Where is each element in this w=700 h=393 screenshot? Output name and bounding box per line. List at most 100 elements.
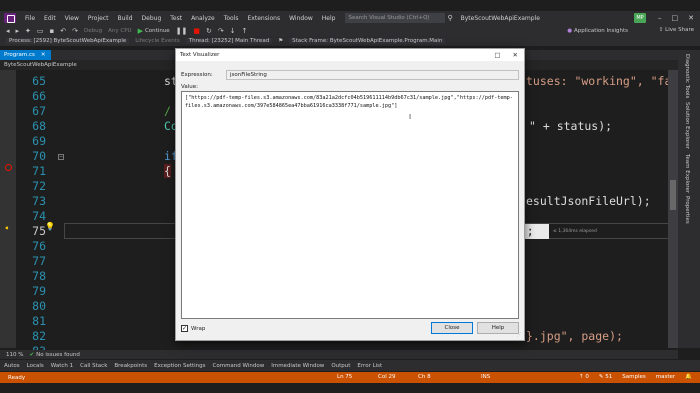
line-number: 73 bbox=[32, 194, 46, 208]
configuration-dropdown[interactable]: Debug bbox=[84, 28, 102, 34]
menu-window[interactable]: Window bbox=[289, 15, 313, 22]
maximize-icon[interactable]: □ bbox=[494, 49, 500, 61]
continue-button[interactable]: ▶ Continue bbox=[138, 27, 170, 35]
current-statement-arrow-icon: ➧ bbox=[4, 224, 10, 232]
tab-output[interactable]: Output bbox=[331, 363, 350, 369]
flag-icon[interactable]: ⚑ bbox=[278, 38, 283, 44]
save-icon[interactable]: ▪ bbox=[50, 27, 55, 35]
tab-exception-settings[interactable]: Exception Settings bbox=[154, 363, 205, 369]
tab-call-stack[interactable]: Call Stack bbox=[80, 363, 107, 369]
close-icon[interactable]: ✕ bbox=[513, 49, 518, 61]
lightbulb-icon[interactable]: 💡 bbox=[45, 222, 55, 231]
value-text-area[interactable]: ["https://pdf-temp-files.s3.amazonaws.co… bbox=[181, 91, 519, 319]
branch-name[interactable]: master bbox=[656, 372, 675, 383]
wrap-option[interactable]: ✓ Wrap bbox=[181, 325, 205, 332]
editor-scrollbar[interactable] bbox=[668, 70, 678, 348]
minimize-icon[interactable]: – bbox=[658, 11, 662, 25]
menu-analyze[interactable]: Analyze bbox=[191, 15, 215, 22]
menu-build[interactable]: Build bbox=[117, 15, 132, 22]
value-label: Value: bbox=[181, 84, 198, 90]
issues-status[interactable]: No issues found bbox=[36, 352, 80, 358]
code-fragment: " + status); bbox=[529, 119, 613, 133]
new-project-icon[interactable]: ✦ bbox=[25, 27, 31, 35]
undo-icon[interactable]: ↶ bbox=[60, 27, 66, 35]
pause-icon[interactable]: ❚❚ bbox=[176, 27, 188, 35]
menu-help[interactable]: Help bbox=[322, 15, 336, 22]
tab-program-cs[interactable]: Program.cs ✕ bbox=[0, 50, 52, 60]
close-button[interactable]: Close bbox=[431, 322, 473, 334]
status-ready: Ready bbox=[8, 374, 26, 381]
pending-changes[interactable]: ✎ 51 bbox=[599, 372, 612, 383]
line-number-current: 75 bbox=[32, 224, 46, 238]
line-number: 70 bbox=[32, 149, 46, 163]
menu-edit[interactable]: Edit bbox=[44, 15, 56, 22]
tab-locals[interactable]: Locals bbox=[27, 363, 44, 369]
tab-breakpoints[interactable]: Breakpoints bbox=[114, 363, 147, 369]
tab-watch-1[interactable]: Watch 1 bbox=[51, 363, 73, 369]
check-icon: ✔ bbox=[29, 351, 35, 358]
code-fragment: esultJsonFileUrl); bbox=[526, 194, 651, 208]
indicator-margin[interactable] bbox=[0, 70, 16, 348]
tab-error-list[interactable]: Error List bbox=[357, 363, 382, 369]
open-icon[interactable]: ▭ bbox=[37, 27, 44, 35]
avatar[interactable]: MP bbox=[634, 13, 646, 23]
line-number: 67 bbox=[32, 104, 46, 118]
menu-tools[interactable]: Tools bbox=[224, 15, 239, 22]
unpushed-commits[interactable]: ↑ 0 bbox=[579, 372, 589, 383]
thread-dropdown[interactable]: Thread: [23252] Main Thread bbox=[185, 38, 273, 44]
tab-autos[interactable]: Autos bbox=[4, 363, 20, 369]
forward-icon[interactable]: ▸ bbox=[16, 27, 20, 35]
menu-test[interactable]: Test bbox=[170, 15, 182, 22]
live-share-button[interactable]: ⇪ Live Share bbox=[659, 25, 694, 36]
notifications-icon[interactable]: 🔔 bbox=[685, 372, 692, 383]
zoom-level[interactable]: 110 % bbox=[6, 352, 23, 358]
search-input[interactable]: Search Visual Studio (Ctrl+Q) bbox=[345, 13, 446, 23]
line-number: 69 bbox=[32, 134, 46, 148]
menu-debug[interactable]: Debug bbox=[142, 15, 162, 22]
repository-name[interactable]: Samples bbox=[622, 372, 646, 383]
stack-frame-dropdown[interactable]: Stack Frame: ByteScoutWebApiExample.Prog… bbox=[289, 38, 446, 44]
step-into-icon[interactable]: ↓ bbox=[230, 27, 236, 35]
application-insights-button[interactable]: ● Application Insights bbox=[567, 28, 628, 34]
status-column: Col 29 bbox=[378, 374, 396, 380]
breakpoint-icon[interactable] bbox=[5, 164, 12, 171]
menu-project[interactable]: Project bbox=[88, 15, 109, 22]
restart-icon[interactable]: ↻ bbox=[206, 27, 212, 35]
menu-view[interactable]: View bbox=[65, 15, 79, 22]
line-number: 74 bbox=[32, 209, 46, 223]
redo-icon[interactable]: ↷ bbox=[72, 27, 78, 35]
step-over-icon[interactable]: ↷ bbox=[218, 27, 224, 35]
stop-icon[interactable]: ■ bbox=[193, 27, 200, 35]
lifecycle-events-dropdown[interactable]: Lifecycle Events bbox=[135, 38, 180, 44]
help-button[interactable]: Help bbox=[477, 322, 519, 334]
dialog-title-bar[interactable]: Text Visualizer □ ✕ bbox=[176, 49, 524, 61]
line-number: 76 bbox=[32, 239, 46, 253]
expression-field[interactable]: jsonFileString bbox=[226, 70, 519, 80]
tab-properties[interactable]: Properties bbox=[684, 196, 690, 224]
search-icon[interactable]: ⚲ bbox=[447, 14, 452, 22]
back-icon[interactable]: ◂ bbox=[6, 27, 10, 35]
tab-team-explorer[interactable]: Team Explorer bbox=[684, 154, 690, 193]
wrap-label: Wrap bbox=[191, 325, 206, 332]
menu-file[interactable]: File bbox=[25, 15, 35, 22]
line-number: 78 bbox=[32, 269, 46, 283]
tab-command-window[interactable]: Command Window bbox=[213, 363, 265, 369]
resize-grip-icon[interactable]: ⋰ bbox=[517, 332, 522, 338]
wrap-checkbox[interactable]: ✓ bbox=[181, 325, 188, 332]
collapse-toggle-icon[interactable]: − bbox=[58, 154, 64, 160]
close-tab-icon[interactable]: ✕ bbox=[41, 50, 46, 60]
line-number: 77 bbox=[32, 254, 46, 268]
tab-solution-explorer[interactable]: Solution Explorer bbox=[684, 102, 690, 149]
close-icon[interactable]: ✕ bbox=[688, 11, 694, 25]
tab-immediate-window[interactable]: Immediate Window bbox=[271, 363, 324, 369]
status-char: Ch 8 bbox=[418, 374, 431, 380]
maximize-icon[interactable]: □ bbox=[672, 11, 679, 25]
tab-diagnostic-tools[interactable]: Diagnostic Tools bbox=[684, 54, 690, 98]
menu-extensions[interactable]: Extensions bbox=[248, 15, 281, 22]
scrollbar-thumb[interactable] bbox=[670, 180, 676, 210]
step-out-icon[interactable]: ↑ bbox=[242, 27, 248, 35]
code-fragment: / bbox=[164, 104, 171, 118]
platform-dropdown[interactable]: Any CPU bbox=[108, 28, 131, 34]
text-cursor-icon: I bbox=[409, 113, 412, 121]
process-dropdown[interactable]: Process: [2592] ByteScoutWebApiExample bbox=[6, 38, 130, 44]
